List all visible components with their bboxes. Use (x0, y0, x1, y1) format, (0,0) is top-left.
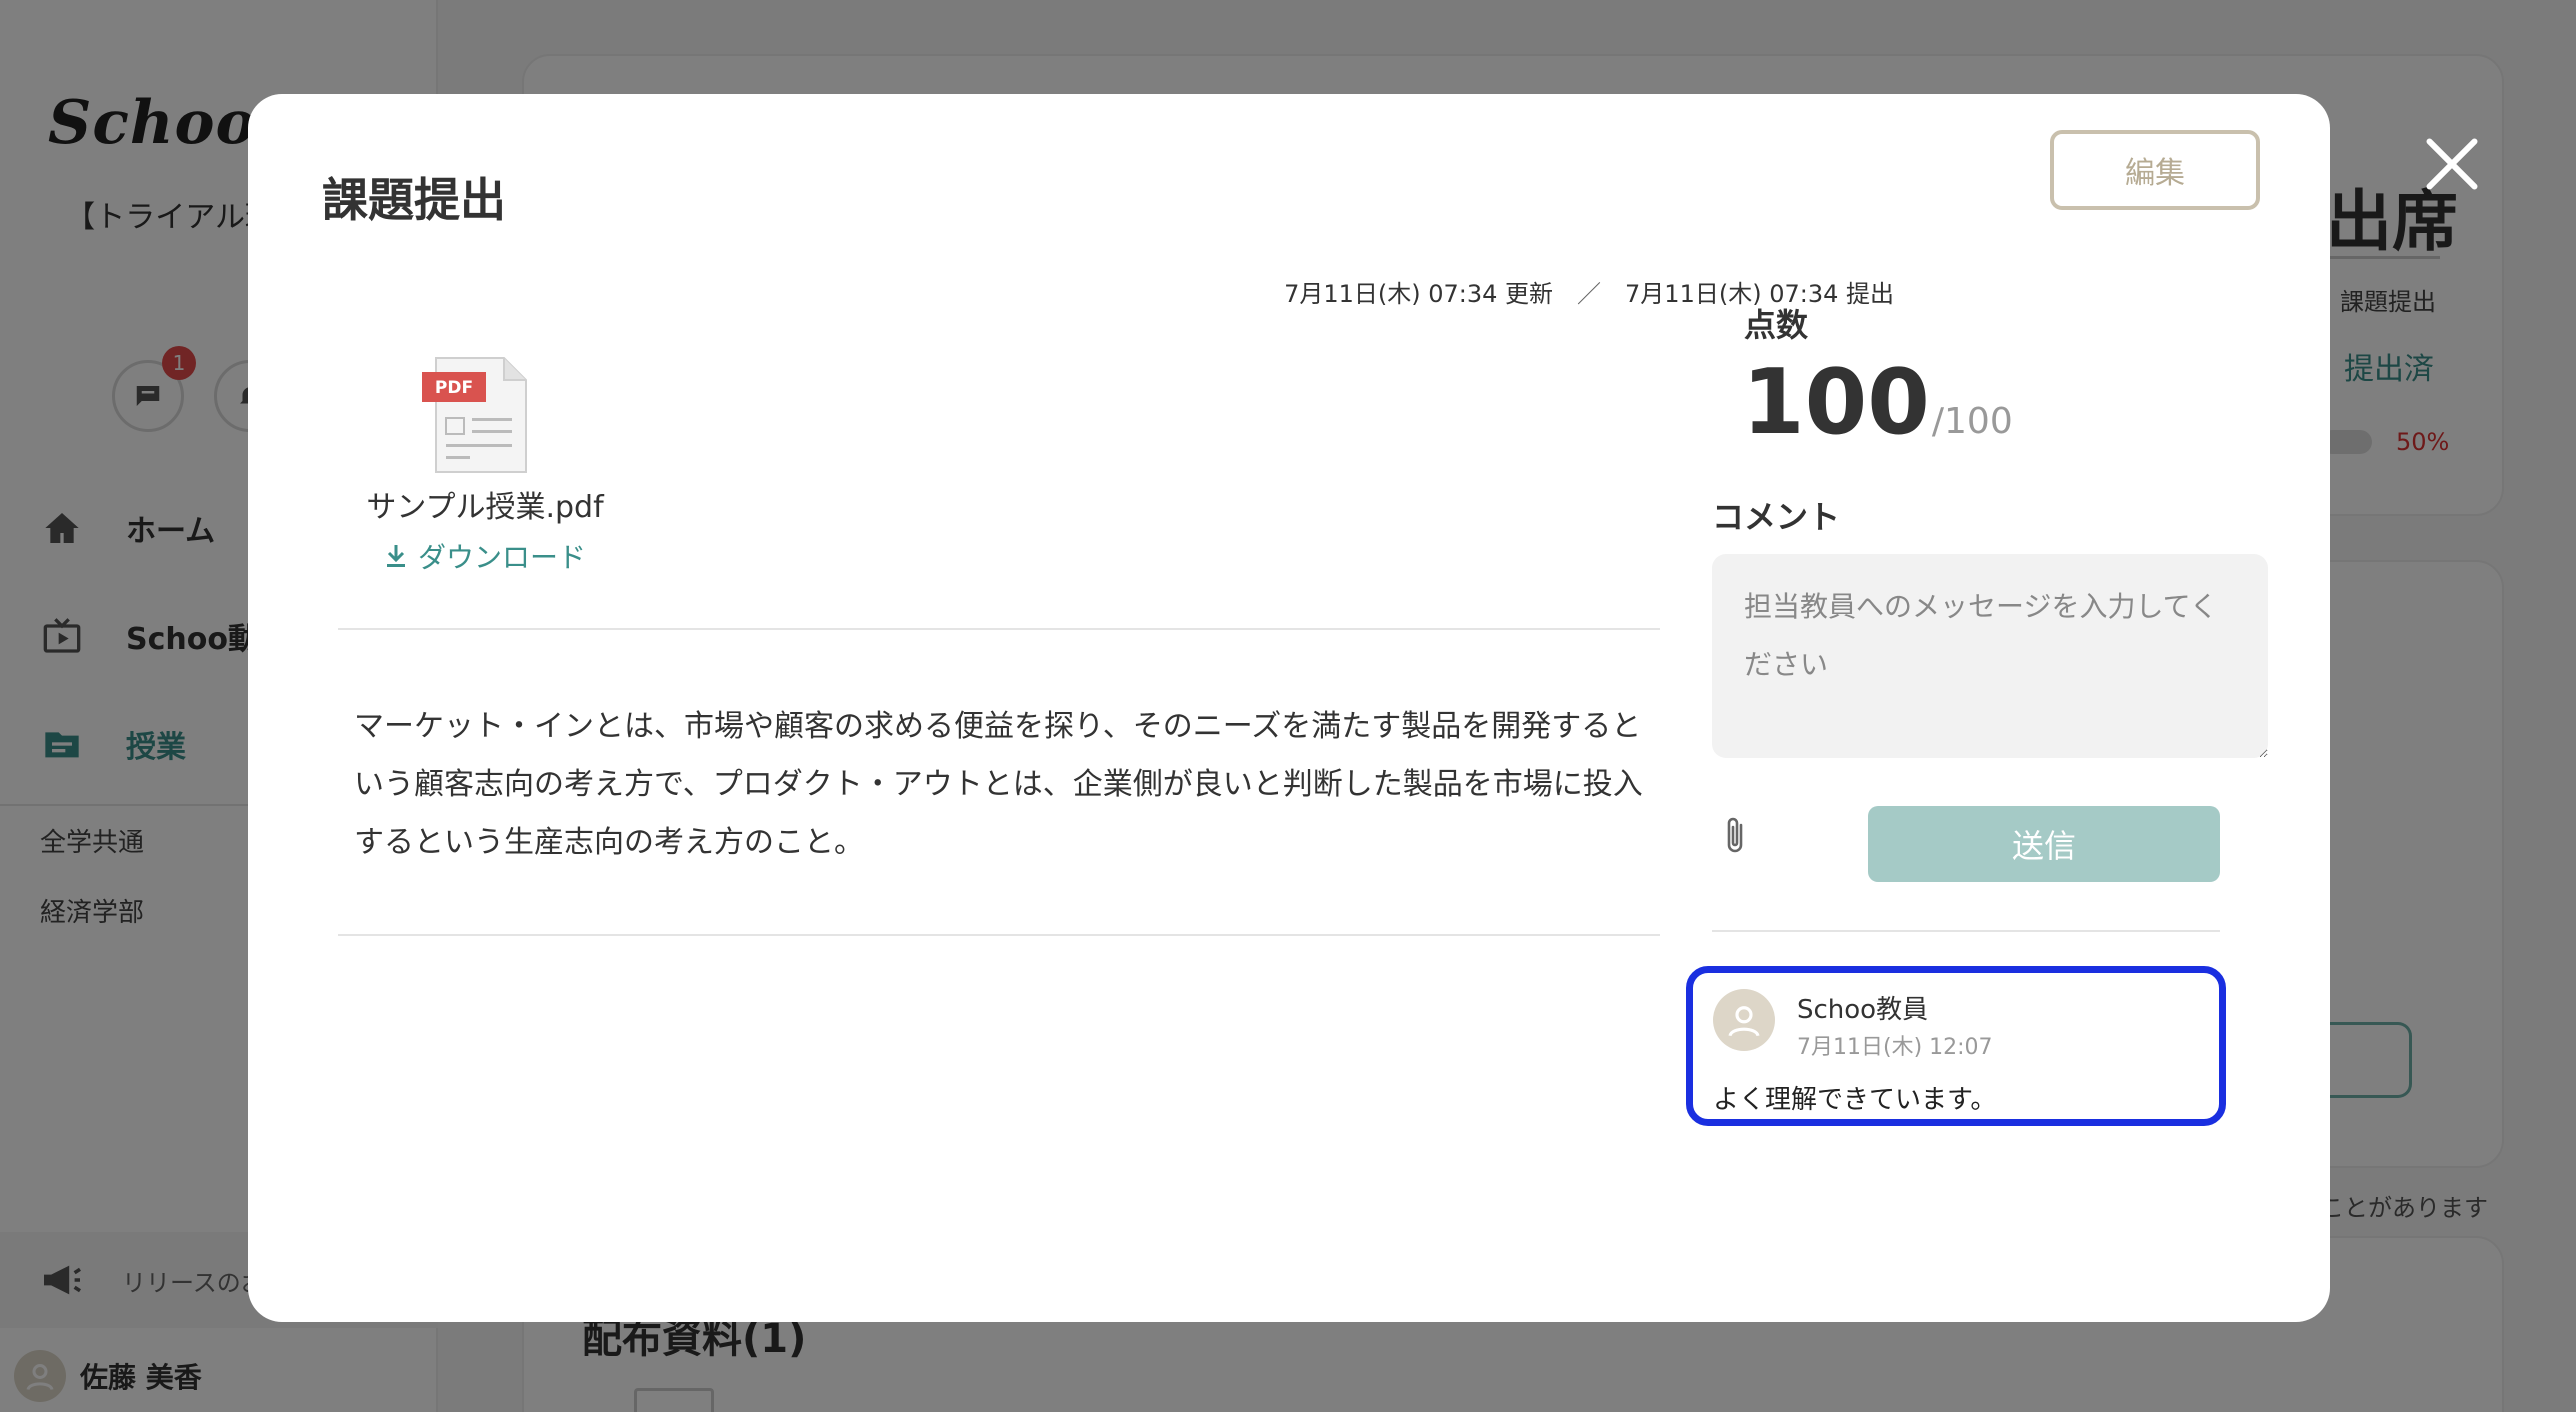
close-modal-button[interactable] (2416, 128, 2488, 200)
score-label: 点数 (1744, 306, 1809, 344)
comment-author: Schoo教員 (1797, 995, 1929, 1025)
teacher-avatar-icon (1713, 989, 1775, 1051)
meta-separator: ／ (1577, 280, 1602, 308)
close-icon (2426, 138, 2478, 190)
comment-divider (1712, 930, 2220, 932)
download-icon (384, 543, 408, 569)
comment-item: Schoo教員 7月11日(木) 12:07 よく理解できています。 (1686, 966, 2226, 1126)
answer-text: マーケット・インとは、市場や顧客の求める便益を探り、そのニーズを満たす製品を開発… (354, 709, 1643, 860)
pdf-file-icon[interactable]: PDF (416, 356, 554, 474)
comment-body: よく理解できています。 (1713, 1085, 1997, 1115)
answer-top-divider (338, 628, 1660, 630)
score-number: 100 (1742, 350, 1930, 455)
comment-textarea[interactable] (1712, 554, 2268, 758)
file-name: サンプル授業.pdf (366, 490, 604, 525)
comment-date: 7月11日(木) 12:07 (1797, 1035, 1993, 1060)
assignment-submission-modal: 課題提出 編集 7月11日(木) 07:34 更新／ 7月11日(木) 07:34… (248, 94, 2330, 1322)
answer-bottom-divider (338, 934, 1660, 936)
send-button[interactable]: 送信 (1868, 806, 2220, 882)
edit-button[interactable]: 編集 (2050, 130, 2260, 210)
comment-label: コメント (1712, 498, 1841, 536)
pdf-badge: PDF (435, 378, 473, 398)
download-link[interactable]: ダウンロード (360, 536, 610, 576)
score-max: /100 (1931, 401, 2013, 442)
attach-file-button[interactable] (1714, 812, 1758, 862)
modal-title: 課題提出 (322, 173, 506, 227)
updated-timestamp: 7月11日(木) 07:34 更新 (1284, 280, 1554, 308)
paperclip-icon (1727, 817, 1743, 853)
download-label: ダウンロード (417, 541, 586, 574)
score-value: 100/100 (1742, 350, 2013, 455)
